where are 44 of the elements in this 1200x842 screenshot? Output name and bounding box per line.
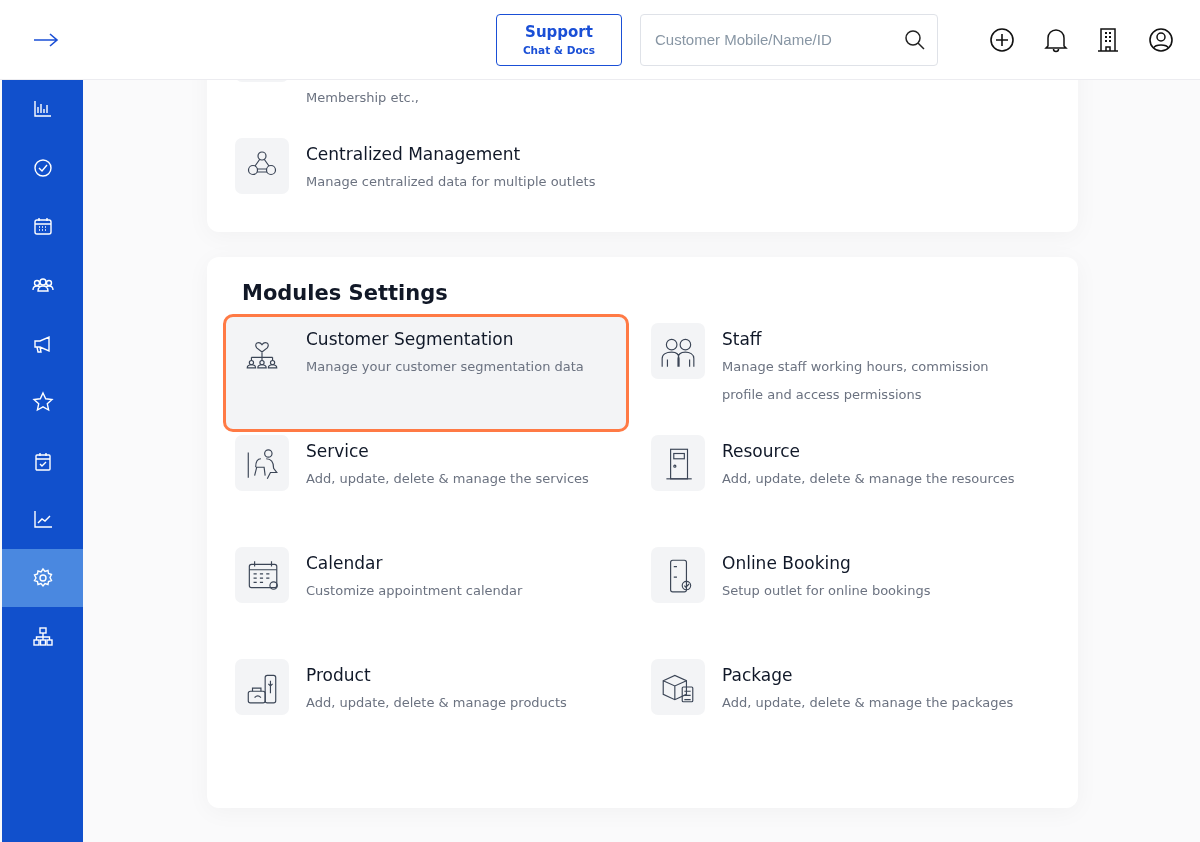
item-title: Calendar (306, 553, 384, 575)
module-item[interactable]: Online Booking Setup outlet for online bookings (639, 544, 1045, 656)
item-title: Customer Segmentation (306, 329, 515, 351)
item-description: Add, update, delete & manage the resources (722, 470, 1015, 488)
search-field[interactable]: Customer Mobile/Name/ID (640, 13, 938, 66)
module-item[interactable]: Product Add, update, delete & manage products (223, 656, 629, 768)
building-icon[interactable] (1097, 26, 1119, 53)
module-item[interactable]: Staff Manage staff working hours, commission profile and access permissions (639, 320, 1045, 432)
section-heading: Modules Settings (242, 281, 449, 305)
search-icon[interactable] (904, 28, 926, 51)
item-title: Service (306, 441, 370, 463)
module-item[interactable]: Customer Segmentation Manage your customer segmentation data (223, 314, 629, 432)
item-description: Add, update, delete & manage the packages (722, 694, 1014, 712)
star-icon (31, 391, 54, 414)
settings-item[interactable]: Membership etc., (223, 80, 1054, 112)
support-button[interactable]: Support Chat & Docs (496, 13, 622, 66)
module-item[interactable]: Resource Add, update, delete & manage the resources (639, 432, 1045, 544)
item-title: Centralized Management (306, 144, 522, 166)
item-title: Package (722, 665, 794, 687)
settings-item[interactable]: Centralized Management Manage centralized data for multiple outlets (223, 138, 1054, 196)
bell-icon[interactable] (1044, 26, 1068, 53)
item-description: Membership etc., (306, 89, 419, 107)
sidebar-item[interactable] (2, 548, 83, 608)
calendar-icon (31, 215, 54, 238)
trend-chart-icon (31, 508, 54, 531)
item-description: Manage centralized data for multiple outlets (306, 173, 596, 191)
item-description: Manage your customer segmentation data (306, 358, 584, 376)
user-circle-icon[interactable] (1148, 26, 1174, 53)
item-description: Add, update, delete & manage products (306, 694, 567, 712)
arrow-right-icon[interactable] (33, 32, 59, 47)
item-title: Resource (722, 441, 801, 463)
item-description: Add, update, delete & manage the services (306, 470, 589, 488)
item-title: Online Booking (722, 553, 852, 575)
item-title: Staff (722, 329, 763, 351)
item-description: Manage staff working hours, commission profile and access permissions (722, 358, 990, 404)
item-description: Setup outlet for online bookings (722, 582, 931, 600)
module-item[interactable]: Service Add, update, delete & manage the services (223, 432, 629, 544)
module-item[interactable]: Calendar Customize appointment calendar (223, 544, 629, 656)
module-item[interactable]: Package Add, update, delete & manage the packages (639, 656, 1045, 768)
hierarchy-icon (31, 625, 54, 648)
item-description: Customize appointment calendar (306, 582, 523, 600)
plus-circle-icon[interactable] (989, 26, 1015, 53)
item-title: Product (306, 665, 372, 687)
check-circle-icon (31, 156, 54, 179)
